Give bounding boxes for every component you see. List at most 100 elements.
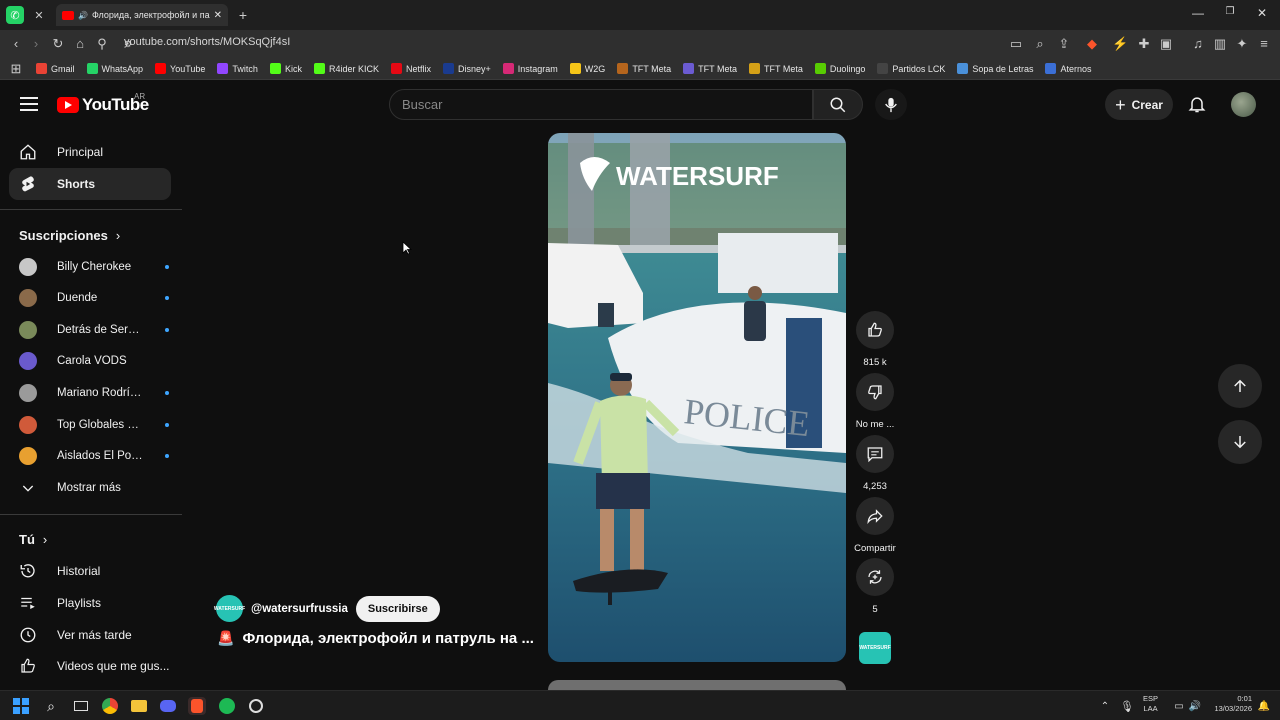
bookmark-item[interactable]: W2G <box>569 63 605 74</box>
task-view-icon[interactable] <box>72 697 90 715</box>
short-video-player[interactable]: POLICE WATERSURF <box>548 133 846 662</box>
reload-icon[interactable]: ↻ <box>50 36 66 52</box>
bookmark-item[interactable]: TFT Meta <box>749 63 803 74</box>
close-tab-icon[interactable]: ✕ <box>214 10 222 21</box>
voice-search-button[interactable] <box>875 89 907 120</box>
subscriptions-header[interactable]: Suscripciones › <box>19 228 120 243</box>
active-tab[interactable]: 🔊 Флорида, электрофойл и па ✕ <box>56 4 228 26</box>
bookmark-item[interactable]: Instagram <box>502 63 558 74</box>
previous-short-button[interactable] <box>1218 364 1262 408</box>
cast-icon[interactable]: ▭ <box>1008 36 1024 52</box>
subscription-item[interactable]: Top Globales Ext... <box>19 413 169 437</box>
forward-icon[interactable]: › <box>28 36 44 52</box>
notifications-button[interactable] <box>1187 94 1207 119</box>
bookmark-item[interactable]: Disney+ <box>443 63 491 74</box>
bookmark-item[interactable]: Gmail <box>36 63 75 74</box>
channel-handle[interactable]: @watersurfrussia <box>251 603 348 615</box>
bookmark-item[interactable]: Duolingo <box>814 63 865 74</box>
search-button[interactable] <box>813 89 863 120</box>
discord-icon[interactable] <box>159 697 177 715</box>
file-explorer-icon[interactable] <box>130 697 148 715</box>
sidebar-item-historial[interactable]: Historial <box>9 555 171 587</box>
chevron-right-icon: › <box>115 228 121 243</box>
you-header[interactable]: Tú › <box>19 532 47 547</box>
next-short-button[interactable] <box>1218 420 1262 464</box>
channel-sound-thumbnail[interactable]: WATERSURF <box>859 632 891 664</box>
dislike-button[interactable] <box>856 373 894 411</box>
extensions-icon[interactable]: ✚ <box>1136 36 1152 52</box>
subscription-item[interactable]: Detrás de Sergio ... <box>19 318 169 342</box>
spotify-icon[interactable] <box>218 697 236 715</box>
account-avatar[interactable] <box>1231 92 1256 117</box>
search-taskbar-icon[interactable]: ⌕ <box>42 697 60 715</box>
windows-start-icon[interactable] <box>12 697 30 715</box>
subscription-item[interactable]: Duende <box>19 286 169 310</box>
address-bar[interactable]: youtube.com/shorts/MOKSqQjf4sI <box>124 36 290 48</box>
show-more-button[interactable]: Mostrar más <box>19 476 169 500</box>
notification-center-icon[interactable]: 🔔 <box>1255 697 1273 715</box>
tray-overflow-icon[interactable]: ⌃ <box>1096 697 1114 715</box>
system-clock[interactable]: 0:01 13/03/2026 <box>1206 694 1252 714</box>
bookmark-favicon-icon <box>36 63 47 74</box>
bookmark-item[interactable]: Twitch <box>217 63 258 74</box>
subscription-item[interactable]: Billy Cherokee <box>19 255 169 279</box>
share-page-icon[interactable]: ⇪ <box>1056 36 1072 52</box>
bookmark-item[interactable]: WhatsApp <box>86 63 143 74</box>
app-icon[interactable] <box>247 697 265 715</box>
comments-button[interactable] <box>856 435 894 473</box>
subscribe-button[interactable]: Suscribirse <box>355 595 440 622</box>
back-icon[interactable]: ‹ <box>8 36 24 52</box>
sidebar-item-principal[interactable]: Principal <box>9 136 171 168</box>
search-input[interactable]: Buscar <box>389 89 813 120</box>
muted-tab-icon[interactable]: ✕ <box>30 6 48 24</box>
bookmark-item[interactable]: TFT Meta <box>617 63 671 74</box>
volume-icon[interactable]: 🔊 <box>1186 697 1204 715</box>
bookmark-item[interactable]: YouTube <box>155 63 205 74</box>
sidebar-item-playlists[interactable]: Playlists <box>9 587 171 619</box>
apps-grid-icon[interactable]: ⊞ <box>8 61 24 77</box>
bookmark-item[interactable]: TFT Meta <box>683 63 737 74</box>
share-button[interactable] <box>856 497 894 535</box>
subscription-item[interactable]: Aislados El Podc... <box>19 444 169 468</box>
microphone-tray-icon[interactable]: 🎙 <box>1118 697 1136 715</box>
input-language[interactable]: ESP LAA <box>1143 694 1158 714</box>
short-title[interactable]: 🚨 Флорида, электрофойл и патруль на ... <box>217 630 534 647</box>
sidebar-item-shorts[interactable]: Shorts <box>9 168 171 200</box>
browser-menu-icon[interactable]: ≡ <box>1256 36 1272 52</box>
close-window-button[interactable]: ✕ <box>1254 6 1270 20</box>
bookmark-favicon-icon <box>269 63 281 74</box>
media-icon[interactable]: ♫ <box>1190 36 1206 52</box>
browser-tab-strip: ✆ ✕ 🔊 Флорида, электрофойл и па ✕ + — ❐ … <box>0 0 1280 30</box>
channel-avatar[interactable]: WATERSURF <box>214 595 245 622</box>
sidebar-toggle-icon[interactable]: ▥ <box>1212 36 1228 52</box>
bookmark-item[interactable]: Partidos LCK <box>877 63 945 74</box>
speaker-icon[interactable]: 🔊 <box>78 11 88 20</box>
sidebar-item-watch-later[interactable]: Ver más tarde <box>9 619 171 651</box>
menu-icon[interactable] <box>20 97 38 111</box>
home-browser-icon[interactable]: ⌂ <box>72 36 88 52</box>
maximize-button[interactable]: ❐ <box>1222 6 1238 17</box>
bookmark-item[interactable]: R4ider KICK <box>313 63 379 74</box>
subscription-item[interactable]: Carola VODS <box>19 349 169 373</box>
whatsapp-icon[interactable]: ✆ <box>6 6 24 24</box>
bookmark-item[interactable]: Netflix <box>390 63 431 74</box>
screenshot-icon[interactable]: ▣ <box>1158 36 1174 52</box>
bookmark-item[interactable]: Sopa de Letras <box>957 63 1033 74</box>
bookmark-icon[interactable]: ⚲ <box>94 36 110 52</box>
subscription-item[interactable]: Mariano Rodrígu... <box>19 381 169 405</box>
leo-icon[interactable]: ✦ <box>1234 36 1250 52</box>
chrome-icon[interactable] <box>101 697 119 715</box>
minimize-button[interactable]: — <box>1190 6 1206 20</box>
like-button[interactable] <box>856 311 894 349</box>
bookmark-item[interactable]: Aternos <box>1045 63 1091 74</box>
extension-icon[interactable]: ⚡ <box>1112 36 1128 52</box>
create-button[interactable]: + Crear <box>1105 89 1173 120</box>
new-tab-button[interactable]: + <box>234 6 252 24</box>
zoom-icon[interactable]: ⌕ <box>1032 36 1048 52</box>
remix-button[interactable] <box>856 558 894 596</box>
bookmark-item[interactable]: Kick <box>269 63 302 74</box>
brave-shield-icon[interactable]: ◆ <box>1084 36 1100 52</box>
bookmark-favicon-icon <box>155 63 167 74</box>
brave-icon[interactable] <box>188 697 206 715</box>
sidebar-item-liked-videos[interactable]: Videos que me gus... <box>9 650 171 682</box>
